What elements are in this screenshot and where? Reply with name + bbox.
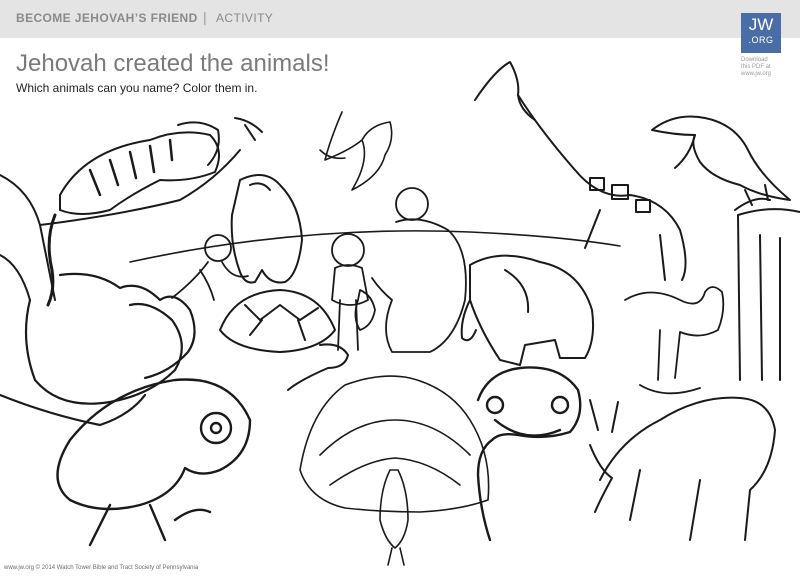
- monkey-drawing: [171, 234, 249, 301]
- header-separator: |: [203, 9, 207, 25]
- people-drawing: [331, 187, 467, 353]
- elephant-drawing: [460, 254, 595, 366]
- series-title: BECOME JEHOVAH’S FRIEND: [16, 11, 198, 25]
- jw-org-logo[interactable]: JW .ORG: [741, 13, 781, 53]
- header-bar: BECOME JEHOVAH’S FRIEND | ACTIVITY: [0, 0, 800, 38]
- gorilla-drawing: [230, 174, 303, 284]
- copyright-footer: www.jw.org © 2014 Watch Tower Bible and …: [4, 565, 199, 571]
- page-instructions: Which animals can you name? Color them i…: [16, 81, 258, 95]
- ground-line: [129, 230, 621, 263]
- tortoise-drawing: [219, 289, 349, 391]
- butterfly-drawing: [319, 111, 393, 191]
- giraffe-drawing: [474, 61, 687, 281]
- peacock-drawing: [299, 375, 490, 566]
- logo-line-1: JW: [748, 15, 774, 34]
- download-note-line-3: www.jw.org: [741, 71, 772, 77]
- toucan-drawing: [651, 115, 791, 201]
- logo-line-2: .ORG: [748, 35, 774, 45]
- activity-label: ACTIVITY: [216, 11, 274, 25]
- page-title: Jehovah created the animals!: [16, 50, 330, 77]
- download-note-line-1: Download: [741, 57, 768, 63]
- tiger-drawing: [46, 117, 263, 307]
- ostrich-drawing: [476, 366, 582, 542]
- waterfall-drawing: [734, 184, 800, 381]
- download-note: Download this PDF at www.jw.org: [741, 57, 793, 78]
- flamingo-drawing: [624, 286, 725, 395]
- gazelle-drawing: [589, 396, 776, 541]
- download-note-line-2: this PDF at: [741, 64, 771, 70]
